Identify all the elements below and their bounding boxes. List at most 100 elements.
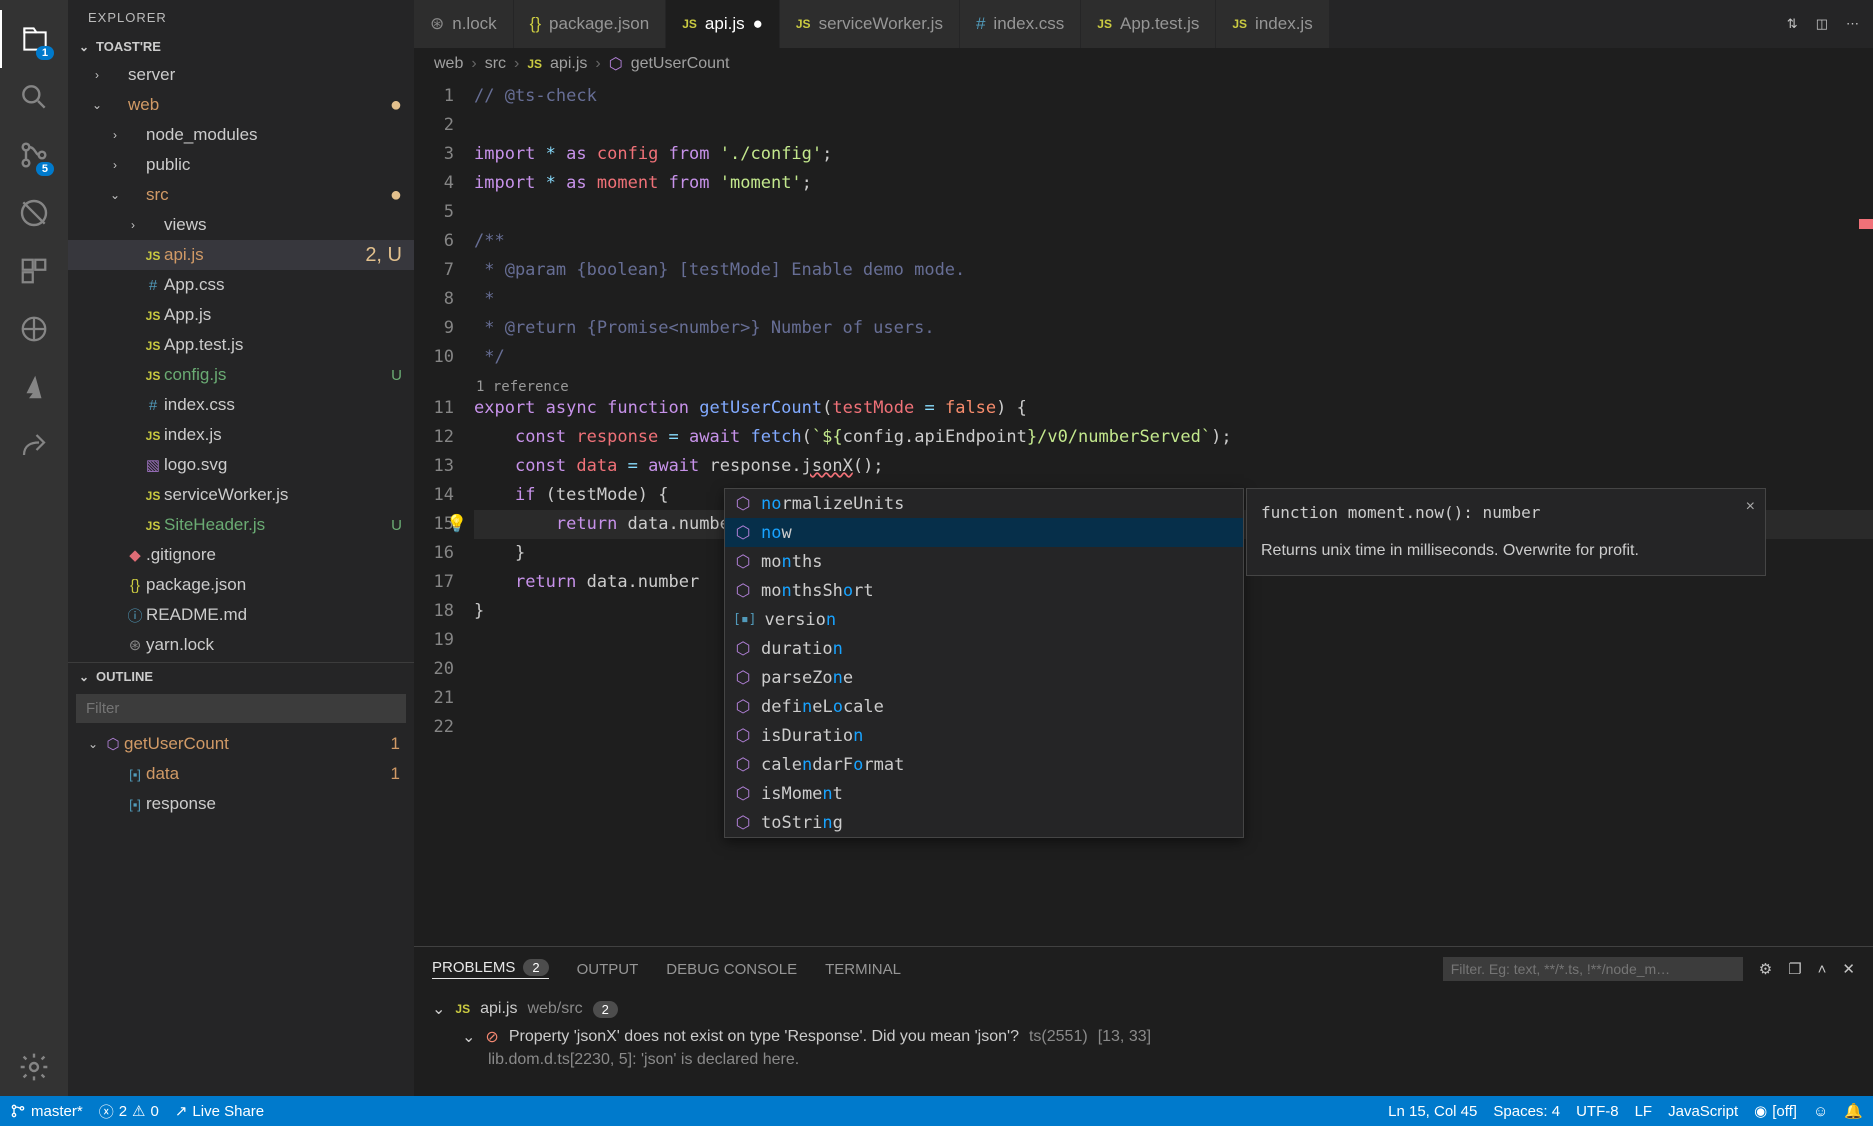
file-tree-item[interactable]: JSconfig.jsU [68,360,414,390]
file-tree-item[interactable]: ›views [68,210,414,240]
minimap[interactable] [1859,80,1873,946]
file-tree-item[interactable]: ›server [68,60,414,90]
workspace-header[interactable]: ⌄ TOAST'RE [68,35,414,58]
file-tree-item[interactable]: ◆.gitignore [68,540,414,570]
file-tree-item[interactable]: ⊛yarn.lock [68,630,414,660]
chevron-up-icon[interactable]: ˄ [1818,961,1827,978]
sidebar: EXPLORER ⌄ TOAST'RE ›server⌄web●›node_mo… [68,0,414,1096]
workspace-name: TOAST'RE [96,39,161,54]
status-cursor-pos[interactable]: Ln 15, Col 45 [1388,1103,1477,1120]
editor-tab[interactable]: ⊛n.lock [414,0,514,48]
panel-tab-terminal[interactable]: TERMINAL [825,961,901,978]
gear-icon[interactable]: ⚙ [1759,960,1772,978]
problem-file-row[interactable]: ⌄ JS api.js web/src 2 [432,995,1855,1023]
activity-remote-icon[interactable] [0,300,68,358]
status-bar: master* ⓧ2 ⚠0 ↗Live Share Ln 15, Col 45 … [0,1096,1873,1126]
file-tree-item[interactable]: #App.css [68,270,414,300]
file-tree-item[interactable]: JSApp.js [68,300,414,330]
editor-tab[interactable]: JSApp.test.js [1081,0,1216,48]
activity-settings-icon[interactable] [0,1038,68,1096]
activity-search-icon[interactable] [0,68,68,126]
file-tree-item[interactable]: JSserviceWorker.js [68,480,414,510]
suggest-item[interactable]: ⬡isDuration [725,721,1243,750]
breadcrumb-segment[interactable]: src [485,55,506,73]
suggest-widget[interactable]: ⬡normalizeUnits⬡now⬡months⬡monthsShort[▪… [724,488,1244,838]
chevron-down-icon: ⌄ [432,999,445,1019]
suggest-item[interactable]: ⬡defineLocale [725,692,1243,721]
activity-liveshare-icon[interactable] [0,416,68,474]
file-tree-item[interactable]: JSApp.test.js [68,330,414,360]
status-liveshare[interactable]: ↗Live Share [175,1102,264,1120]
close-icon[interactable]: ✕ [1842,960,1855,978]
activity-azure-icon[interactable] [0,358,68,416]
activity-debug-icon[interactable] [0,184,68,242]
file-tree-item[interactable]: ›node_modules [68,120,414,150]
outline-item[interactable]: [▪]response [68,789,414,819]
outline-filter-input[interactable] [76,694,406,723]
suggest-item[interactable]: ⬡now [725,518,1243,547]
file-tree-item[interactable]: JSindex.js [68,420,414,450]
file-tree-item[interactable]: ›public [68,150,414,180]
suggest-item[interactable]: [▪]version [725,605,1243,634]
compare-icon[interactable]: ⇅ [1787,16,1798,32]
file-tree-item[interactable]: ⌄web● [68,90,414,120]
suggest-item[interactable]: ⬡months [725,547,1243,576]
editor-main: ⊛n.lock{}package.jsonJSapi.js●JSserviceW… [414,0,1873,1096]
problems-badge: 2 [523,959,548,976]
suggest-item[interactable]: ⬡duration [725,634,1243,663]
outline-item[interactable]: [▪]data1 [68,759,414,789]
breadcrumb-segment[interactable]: api.js [550,55,587,73]
outline-header[interactable]: ⌄ OUTLINE [68,662,414,688]
editor-tab[interactable]: #index.css [960,0,1081,48]
suggest-item[interactable]: ⬡normalizeUnits [725,489,1243,518]
problem-related[interactable]: lib.dom.d.ts[2230, 5]: 'json' is declare… [432,1051,1855,1069]
tab-bar: ⊛n.lock{}package.jsonJSapi.js●JSserviceW… [414,0,1873,48]
file-tree-item[interactable]: ▧logo.svg [68,450,414,480]
file-tree-item[interactable]: ⓘREADME.md [68,600,414,630]
activity-scm-icon[interactable]: 5 [0,126,68,184]
suggest-item[interactable]: ⬡calendarFormat [725,750,1243,779]
close-icon[interactable]: × [1746,495,1755,519]
panel-tab-output[interactable]: OUTPUT [577,961,639,978]
breadcrumb-segment[interactable]: getUserCount [631,55,730,73]
breadcrumb-segment[interactable]: web [434,55,463,73]
status-indent[interactable]: Spaces: 4 [1493,1103,1560,1120]
file-tree-item[interactable]: JSSiteHeader.jsU [68,510,414,540]
restore-icon[interactable]: ❐ [1788,960,1801,978]
status-encoding[interactable]: UTF-8 [1576,1103,1619,1120]
suggest-item[interactable]: ⬡parseZone [725,663,1243,692]
file-tree-item[interactable]: {}package.json [68,570,414,600]
outline-item[interactable]: ⌄⬡getUserCount1 [68,729,414,759]
activity-bar: 1 5 [0,0,68,1096]
status-feedback-icon[interactable]: ☺ [1813,1103,1828,1120]
file-tree-item[interactable]: JSapi.js2, U [68,240,414,270]
file-tree-item[interactable]: ⌄src● [68,180,414,210]
panel-tab-debug[interactable]: DEBUG CONSOLE [666,961,797,978]
editor-tab[interactable]: {}package.json [514,0,667,48]
status-screencast[interactable]: ◉[off] [1754,1102,1797,1120]
activity-extensions-icon[interactable] [0,242,68,300]
problems-filter-input[interactable] [1443,957,1743,981]
suggest-item[interactable]: ⬡monthsShort [725,576,1243,605]
sidebar-title: EXPLORER [68,0,414,35]
suggest-item[interactable]: ⬡toString [725,808,1243,837]
activity-explorer-icon[interactable]: 1 [0,10,68,68]
breadcrumb[interactable]: web›src›JSapi.js›⬡getUserCount [414,48,1873,80]
file-tree-item[interactable]: #index.css [68,390,414,420]
status-problems[interactable]: ⓧ2 ⚠0 [99,1101,159,1122]
editor-tab[interactable]: JSapi.js● [666,0,780,48]
status-bell-icon[interactable]: 🔔 [1844,1102,1863,1120]
problem-row[interactable]: ⌄ ⊘ Property 'jsonX' does not exist on t… [432,1023,1855,1051]
chevron-down-icon: ⌄ [76,670,92,684]
editor[interactable]: 12345678910111213141516171819202122 // @… [414,80,1873,946]
panel-tab-problems[interactable]: PROBLEMS 2 [432,959,549,979]
split-icon[interactable]: ◫ [1816,16,1828,32]
status-eol[interactable]: LF [1635,1103,1653,1120]
editor-tab[interactable]: JSserviceWorker.js [780,0,960,48]
status-lang[interactable]: JavaScript [1668,1103,1738,1120]
editor-tab[interactable]: JSindex.js [1216,0,1329,48]
status-branch[interactable]: master* [10,1103,83,1120]
eye-icon: ◉ [1754,1102,1767,1120]
suggest-item[interactable]: ⬡isMoment [725,779,1243,808]
more-icon[interactable]: ⋯ [1846,16,1859,32]
